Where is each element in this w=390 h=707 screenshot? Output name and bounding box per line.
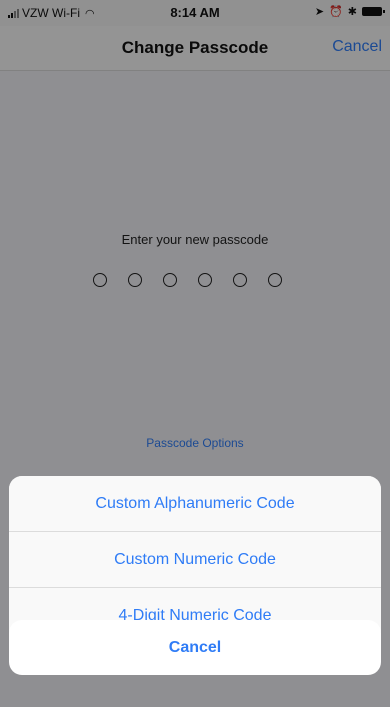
action-sheet: Custom Alphanumeric Code Custom Numeric … xyxy=(9,476,381,643)
action-sheet-cancel-button[interactable]: Cancel xyxy=(9,620,381,675)
option-custom-alphanumeric[interactable]: Custom Alphanumeric Code xyxy=(9,476,381,532)
phone-screen: VZW Wi-Fi ◠ 8:14 AM ➤ ⏰ ✱ Change Passcod… xyxy=(0,0,390,707)
option-custom-numeric[interactable]: Custom Numeric Code xyxy=(9,532,381,588)
